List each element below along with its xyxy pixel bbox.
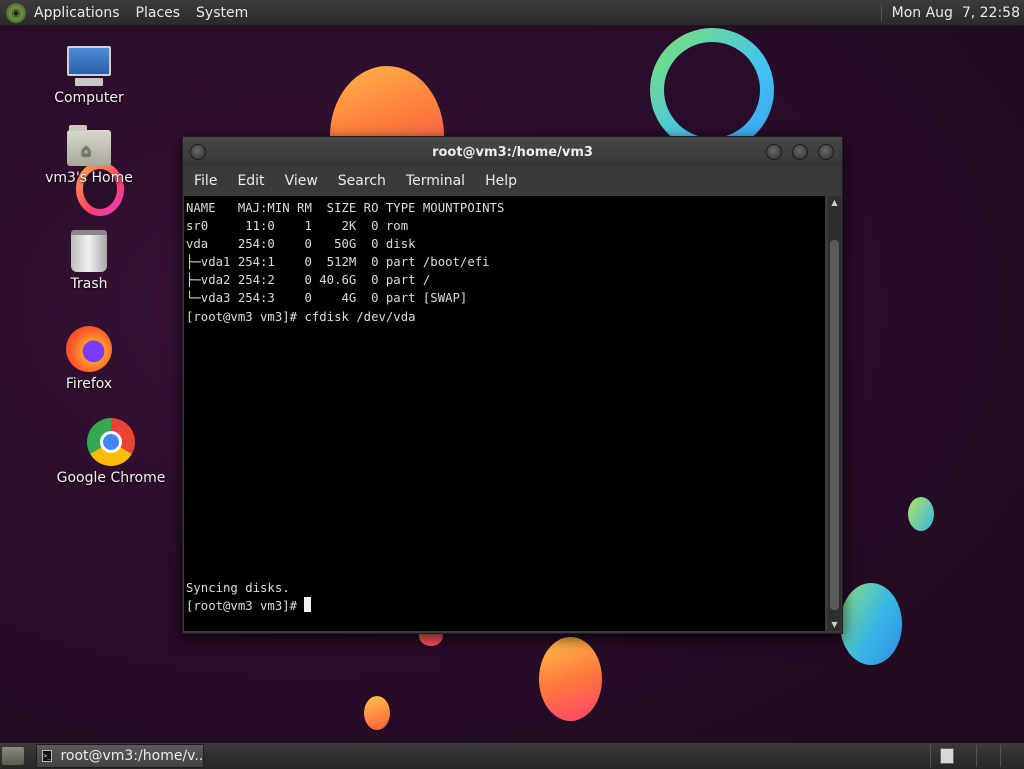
scroll-up-arrow-icon[interactable]: ▲ [828,196,841,209]
workspace-divider [1000,745,1001,767]
clock[interactable]: Mon Aug 7, 22:58 [880,4,1024,21]
window-titlebar[interactable]: root@vm3:/home/vm3 [183,137,842,167]
terminal-line: └─vda3 254:3 0 4G 0 part [SWAP] [186,291,468,306]
desktop-icon-trash[interactable]: Trash [34,230,144,292]
wallpaper-green-ring [650,28,774,152]
terminal-icon: >_ [42,750,53,762]
scroll-down-arrow-icon[interactable]: ▼ [828,618,841,631]
window-title: root@vm3:/home/vm3 [432,144,593,160]
taskbar-label: root@vm3:/home/v... [60,748,204,764]
top-panel: ◉ Applications Places System Mon Aug 7, … [0,0,1024,26]
terminal-menubar: File Edit View Search Terminal Help [183,167,842,195]
scrollbar-thumb[interactable] [830,240,839,610]
desktop-icon-chrome[interactable]: Google Chrome [56,418,166,486]
menu-search[interactable]: Search [328,173,396,189]
desktop-icon-label: Firefox [65,376,113,392]
minimize-button[interactable] [766,144,782,160]
menu-file[interactable]: File [183,173,227,189]
workspace-divider [930,745,931,767]
desktop-icon-home[interactable]: ⌂ vm3's Home [34,125,144,186]
terminal-line: sr0 11:0 1 2K 0 rom [186,219,409,234]
terminal-line: vda 254:0 0 50G 0 disk [186,237,416,252]
terminal-line: [root@vm3 vm3]# cfdisk /dev/vda [186,309,416,324]
menu-terminal[interactable]: Terminal [396,173,475,189]
close-button[interactable] [818,144,834,160]
wallpaper-orange-egg [539,637,602,721]
terminal-line: Syncing disks. [186,580,290,595]
menu-places[interactable]: Places [128,5,189,21]
text-cursor [304,597,312,613]
terminal-window: root@vm3:/home/vm3 File Edit View Search… [182,136,843,634]
terminal-line: NAME MAJ:MIN RM SIZE RO TYPE MOUNTPOINTS [186,201,505,215]
desktop-icon-firefox[interactable]: Firefox [34,326,144,392]
wallpaper-orange-dot [364,696,390,730]
menu-edit[interactable]: Edit [227,173,274,189]
menu-view[interactable]: View [275,173,328,189]
trash-icon [71,230,107,272]
desktop-icon-label: Computer [54,90,124,106]
firefox-icon [66,326,112,372]
desktop-icon-label: Google Chrome [56,470,166,486]
workspace-divider [976,745,977,767]
bottom-panel: >_ root@vm3:/home/v... [0,742,1024,769]
terminal-line: ├─vda1 254:1 0 512M 0 part /boot/efi [186,255,490,270]
maximize-button[interactable] [792,144,808,160]
desktop-icon-computer[interactable]: Computer [34,46,144,106]
wallpaper-blue-egg [840,583,902,665]
terminal-line: ├─vda2 254:2 0 40.6G 0 part / [186,273,431,288]
show-desktop-button[interactable] [2,747,24,765]
menu-system[interactable]: System [188,5,256,21]
workspace-1[interactable] [940,748,954,764]
wallpaper-small-blue-egg [908,497,934,531]
desktop-icon-label: Trash [70,276,108,292]
terminal-scrollbar[interactable]: ▲ ▼ [828,196,841,631]
mate-logo-icon[interactable]: ◉ [6,2,26,23]
home-folder-icon: ⌂ [67,125,111,166]
menu-help[interactable]: Help [475,173,527,189]
desktop-icon-label: vm3's Home [45,170,133,186]
computer-icon [65,46,113,86]
taskbar-button-terminal[interactable]: >_ root@vm3:/home/v... [36,744,204,768]
terminal-output[interactable]: NAME MAJ:MIN RM SIZE RO TYPE MOUNTPOINTS… [184,196,825,631]
chrome-icon [87,418,135,466]
window-menu-button[interactable] [190,144,206,160]
terminal-prompt: [root@vm3 vm3]# [186,599,305,614]
menu-applications[interactable]: Applications [26,5,128,21]
